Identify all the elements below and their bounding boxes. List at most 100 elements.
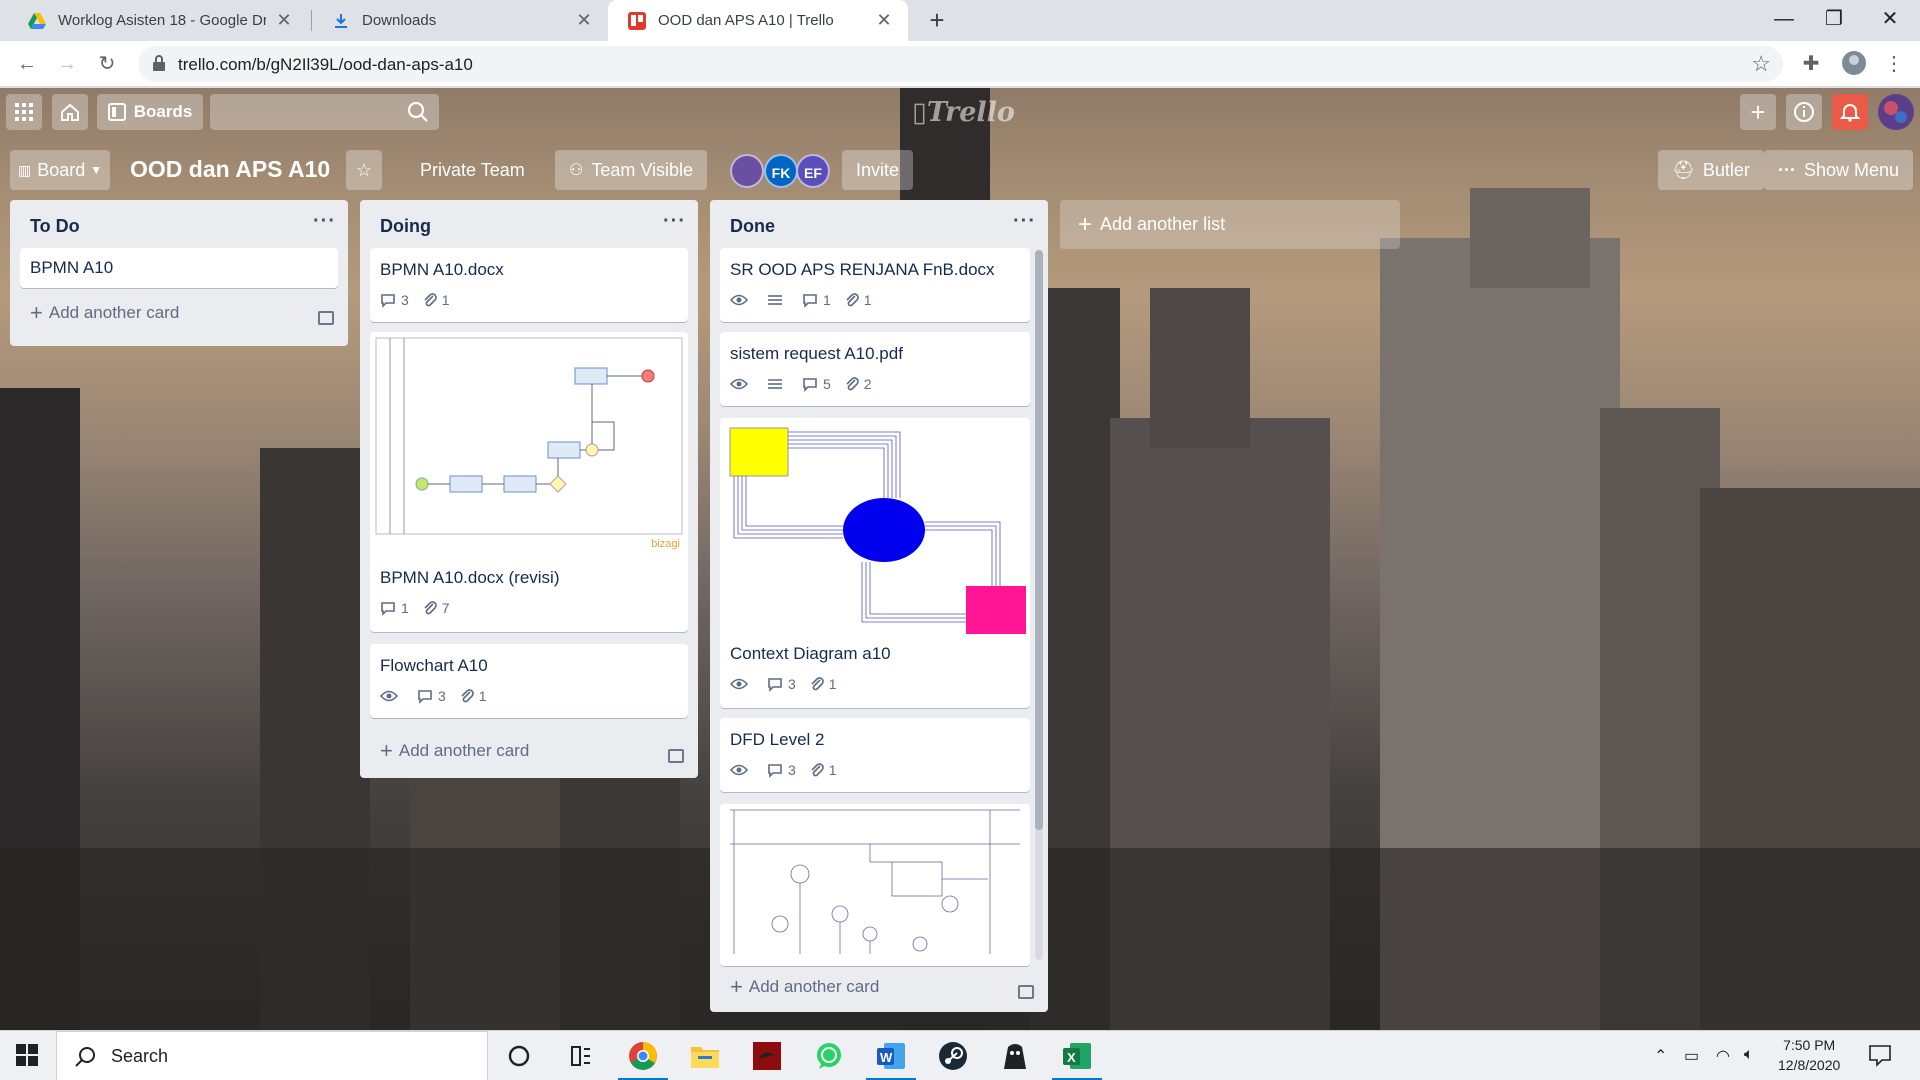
- plus-icon: +: [730, 974, 743, 999]
- member-avatar[interactable]: [730, 154, 764, 188]
- card-bpmn-docx[interactable]: BPMN A10.docx 3 1: [370, 248, 688, 322]
- system-clock[interactable]: 7:50 PM 12/8/2020: [1778, 1035, 1840, 1075]
- card-flowchart[interactable]: Flowchart A10 3 1: [370, 644, 688, 718]
- card-sistem-request[interactable]: sistem request A10.pdf 5 2: [720, 332, 1030, 406]
- card-dfd-diagram[interactable]: [720, 804, 1030, 966]
- list-menu-icon[interactable]: ···: [1013, 210, 1036, 233]
- card-template-icon[interactable]: [1018, 985, 1034, 999]
- show-hidden-icons-icon[interactable]: ⌃: [1654, 1046, 1667, 1066]
- minimize-button[interactable]: —: [1756, 0, 1812, 41]
- wifi-icon[interactable]: ◠: [1716, 1046, 1730, 1066]
- apps-grid-button[interactable]: [6, 94, 42, 130]
- card-badges: 3 1: [730, 762, 851, 778]
- card-title: sistem request A10.pdf: [730, 344, 903, 363]
- close-window-button[interactable]: ✕: [1862, 0, 1918, 41]
- comments-badge: 1: [802, 292, 831, 308]
- chrome-menu-icon[interactable]: ⋮: [1880, 50, 1908, 78]
- board-view-switcher[interactable]: ▥ Board ▼: [10, 150, 110, 190]
- comment-icon: [381, 601, 395, 616]
- clock-time: 7:50 PM: [1783, 1037, 1836, 1053]
- card-context-diagram[interactable]: Context Diagram a10 3 1: [720, 418, 1030, 708]
- card-title: Context Diagram a10: [730, 644, 891, 663]
- restore-button[interactable]: ❐: [1806, 0, 1862, 41]
- notifications-button[interactable]: [1832, 94, 1868, 130]
- app-icon-red[interactable]: [738, 1031, 796, 1080]
- address-bar[interactable]: trello.com/b/gN2Il39L/ood-dan-aps-a10 ☆: [138, 46, 1783, 82]
- board-view-icon: ▥: [18, 161, 32, 178]
- visibility-button[interactable]: ⚇ Team Visible: [555, 150, 708, 190]
- add-card-button[interactable]: + Add another card: [730, 974, 879, 1000]
- list-scrollbar[interactable]: [1035, 250, 1043, 960]
- file-explorer-icon[interactable]: [676, 1031, 734, 1080]
- app-icon-dark[interactable]: [986, 1031, 1044, 1080]
- watching-badge: [730, 294, 753, 306]
- trello-icon: [628, 11, 646, 30]
- list-title[interactable]: Done: [730, 216, 775, 237]
- list-title[interactable]: To Do: [30, 216, 80, 237]
- back-icon[interactable]: ←: [12, 49, 42, 79]
- forward-icon[interactable]: →: [52, 49, 82, 79]
- board-search-input[interactable]: [210, 94, 439, 130]
- steam-icon[interactable]: [924, 1031, 982, 1080]
- profile-icon[interactable]: [1840, 50, 1868, 78]
- dfd-diagram-thumbnail: [720, 804, 1030, 966]
- member-avatar-button[interactable]: [1876, 94, 1916, 130]
- reload-icon[interactable]: ↻: [92, 49, 122, 79]
- bookmark-star-icon[interactable]: ☆: [1751, 51, 1771, 77]
- star-board-button[interactable]: ☆: [346, 150, 382, 190]
- plus-icon: +: [30, 300, 43, 325]
- close-tab-icon[interactable]: ✕: [574, 10, 594, 31]
- list-title[interactable]: Doing: [380, 216, 431, 237]
- list-menu-icon[interactable]: ···: [313, 210, 336, 233]
- windows-start-icon[interactable]: [16, 1044, 38, 1066]
- paperclip-icon: [424, 601, 437, 615]
- card-bpmn-revisi[interactable]: bizagi BPMN A10.docx (revisi) 1 7: [370, 332, 688, 632]
- team-button[interactable]: Private Team: [406, 150, 539, 190]
- chrome-taskbar-icon[interactable]: [614, 1031, 672, 1080]
- list-scrollbar-thumb[interactable]: [1035, 250, 1043, 830]
- card-bpmn-a10[interactable]: BPMN A10: [20, 248, 338, 288]
- card-sr-ood-aps[interactable]: SR OOD APS RENJANA FnB.docx 1 1: [720, 248, 1030, 322]
- volume-icon[interactable]: 🔈︎: [1744, 1046, 1754, 1064]
- battery-icon[interactable]: ▭: [1684, 1046, 1699, 1066]
- new-tab-button[interactable]: +: [921, 4, 953, 36]
- create-button[interactable]: +: [1740, 94, 1776, 130]
- comment-icon: [381, 293, 395, 308]
- comment-count: 5: [823, 376, 831, 392]
- card-template-icon[interactable]: [668, 749, 684, 763]
- cortana-icon[interactable]: [490, 1031, 548, 1080]
- trello-logo[interactable]: ▯Trello: [912, 97, 1015, 128]
- tab-downloads[interactable]: Downloads ✕: [312, 0, 608, 41]
- card-dfd-level-2[interactable]: DFD Level 2 3 1: [720, 718, 1030, 792]
- taskbar-search-input[interactable]: Search: [56, 1031, 488, 1080]
- extensions-icon[interactable]: ✚: [1797, 50, 1825, 78]
- add-card-button[interactable]: + Add another card: [380, 738, 529, 764]
- add-list-button[interactable]: + Add another list: [1060, 200, 1400, 249]
- invite-button[interactable]: Invite: [842, 150, 914, 190]
- word-icon[interactable]: W: [862, 1031, 920, 1080]
- butler-button[interactable]: ⛑ Butler: [1658, 150, 1764, 190]
- member-avatar-fk[interactable]: FK: [764, 154, 798, 188]
- add-card-label: Add another card: [748, 977, 880, 996]
- card-badges: 5 2: [730, 376, 886, 392]
- task-view-icon[interactable]: [552, 1031, 610, 1080]
- info-button[interactable]: [1786, 94, 1822, 130]
- excel-icon[interactable]: X: [1048, 1031, 1106, 1080]
- list-menu-icon[interactable]: ···: [663, 210, 686, 233]
- tab-trello[interactable]: OOD dan APS A10 | Trello ✕: [608, 0, 908, 41]
- card-template-icon[interactable]: [318, 311, 334, 325]
- add-card-button[interactable]: + Add another card: [30, 300, 179, 326]
- home-button[interactable]: [52, 94, 88, 130]
- eye-icon: [730, 378, 748, 390]
- tab-title: OOD dan APS A10 | Trello: [658, 12, 834, 29]
- member-avatar-ef[interactable]: EF: [796, 154, 830, 188]
- whatsapp-icon[interactable]: [800, 1031, 858, 1080]
- notification-center-icon[interactable]: [1868, 1043, 1892, 1072]
- close-tab-icon[interactable]: ✕: [874, 10, 894, 31]
- board-title[interactable]: OOD dan APS A10: [130, 156, 330, 183]
- grid-icon: [15, 103, 33, 121]
- close-tab-icon[interactable]: ✕: [274, 10, 294, 31]
- show-menu-button[interactable]: ··· Show Menu: [1764, 150, 1914, 190]
- boards-button[interactable]: Boards: [97, 94, 203, 130]
- tab-worklog[interactable]: Worklog Asisten 18 - Google Dri ✕: [8, 0, 308, 41]
